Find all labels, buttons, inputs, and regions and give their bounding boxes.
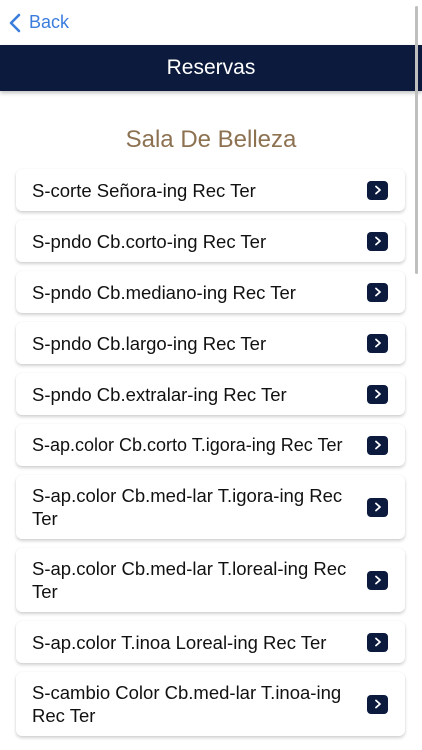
content-area: Sala De Belleza S-corte Señora-ing Rec T… bbox=[0, 91, 422, 736]
list-item-label: S-pndo Cb.corto-ing Rec Ter bbox=[32, 230, 267, 252]
chevron-right-icon[interactable] bbox=[367, 570, 388, 590]
list-item[interactable]: S-corte Señora-ing Rec Ter bbox=[16, 169, 405, 211]
list-item[interactable]: S-pndo Cb.corto-ing Rec Ter bbox=[16, 220, 405, 262]
chevron-right-icon[interactable] bbox=[367, 282, 388, 302]
list-item-label: S-pndo Cb.extralar-ing Rec Ter bbox=[32, 383, 287, 405]
list-item-label: S-cambio Color Cb.med-lar T.inoa-ing Rec… bbox=[32, 682, 342, 726]
chevron-right-icon[interactable] bbox=[367, 384, 388, 404]
back-label: Back bbox=[29, 12, 70, 32]
scrollbar[interactable] bbox=[415, 6, 418, 274]
section-title: Sala De Belleza bbox=[125, 126, 297, 153]
list-item[interactable]: S-pndo Cb.extralar-ing Rec Ter bbox=[16, 373, 405, 415]
list-item[interactable]: S-ap.color Cb.med-lar T.igora-ing Rec Te… bbox=[16, 475, 405, 539]
list-item[interactable]: S-ap.color Cb.med-lar T.loreal-ing Rec T… bbox=[16, 548, 405, 612]
list-item[interactable]: S-ap.color T.inoa Loreal-ing Rec Ter bbox=[16, 621, 405, 663]
chevron-right-icon[interactable] bbox=[367, 180, 388, 200]
chevron-left-icon bbox=[9, 13, 21, 32]
app-screen: Back Reservas Sala De Belleza S-corte Se… bbox=[0, 0, 422, 750]
page-title: Reservas bbox=[166, 56, 256, 79]
back-button[interactable]: Back bbox=[8, 12, 69, 33]
list-item-label: S-pndo Cb.largo-ing Rec Ter bbox=[32, 332, 267, 354]
page-header: Reservas bbox=[0, 45, 422, 91]
chevron-right-icon[interactable] bbox=[367, 333, 388, 353]
list-item-label: S-ap.color Cb.med-lar T.loreal-ing Rec T… bbox=[32, 558, 347, 602]
list-item[interactable]: S-cambio Color Cb.med-lar T.inoa-ing Rec… bbox=[16, 672, 405, 736]
list-item[interactable]: S-pndo Cb.largo-ing Rec Ter bbox=[16, 322, 405, 364]
service-list: S-corte Señora-ing Rec Ter S-pndo Cb.cor… bbox=[0, 169, 422, 736]
chevron-right-icon[interactable] bbox=[367, 497, 388, 517]
list-item[interactable]: S-ap.color Cb.corto T.igora-ing Rec Ter bbox=[16, 424, 405, 466]
list-item-label: S-ap.color Cb.med-lar T.igora-ing Rec Te… bbox=[32, 485, 343, 529]
list-item[interactable]: S-pndo Cb.mediano-ing Rec Ter bbox=[16, 271, 405, 313]
chevron-right-icon[interactable] bbox=[367, 231, 388, 251]
list-item-label: S-pndo Cb.mediano-ing Rec Ter bbox=[32, 281, 296, 303]
chevron-right-icon[interactable] bbox=[367, 632, 388, 652]
list-item-label: S-corte Señora-ing Rec Ter bbox=[32, 179, 256, 201]
top-bar: Back bbox=[0, 0, 422, 45]
chevron-right-icon[interactable] bbox=[367, 435, 388, 455]
chevron-right-icon[interactable] bbox=[367, 694, 388, 714]
list-item-label: S-ap.color Cb.corto T.igora-ing Rec Ter bbox=[32, 434, 343, 455]
list-item-label: S-ap.color T.inoa Loreal-ing Rec Ter bbox=[32, 631, 327, 653]
